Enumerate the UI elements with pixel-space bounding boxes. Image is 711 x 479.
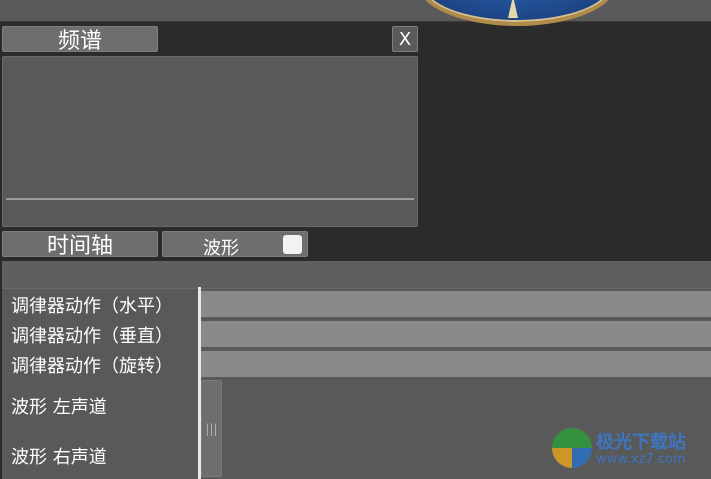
track-label-tuner-horizontal: 调律器动作（水平） <box>11 296 173 317</box>
spectrum-baseline <box>6 198 414 200</box>
emblem-spire-icon <box>508 0 518 18</box>
spectrum-title: 频谱 <box>57 29 102 54</box>
waveform-toggle[interactable]: 波形 <box>162 231 308 259</box>
watermark-title: 极光下载站 <box>596 432 686 453</box>
waveform-toggle-label: 波形 <box>203 238 239 259</box>
close-spectrum-button[interactable]: X <box>392 26 418 52</box>
timeline-title-button[interactable]: 时间轴 <box>2 231 158 259</box>
waveform-checkbox[interactable] <box>283 235 302 254</box>
track-label-waveform-right: 波形 右声道 <box>11 447 107 468</box>
track-bar-tuner-rotation[interactable] <box>201 351 711 377</box>
waveform-scroll-handle[interactable]: ||| <box>201 380 222 477</box>
track-label-tuner-rotation: 调律器动作（旋转） <box>11 356 173 377</box>
close-icon: X <box>398 28 412 50</box>
watermark-url: www.xz7.com <box>596 452 686 467</box>
watermark-logo-icon <box>552 428 592 468</box>
spectrum-panel <box>2 56 418 227</box>
watermark: 极光下载站 www.xz7.com <box>548 424 708 472</box>
spectrum-title-button[interactable]: 频谱 <box>2 26 158 54</box>
top-strip <box>0 0 711 26</box>
track-label-tuner-vertical: 调律器动作（垂直） <box>11 326 173 347</box>
timeline-title: 时间轴 <box>46 234 113 259</box>
track-bar-tuner-horizontal[interactable] <box>201 291 711 317</box>
track-bar-tuner-vertical[interactable] <box>201 321 711 347</box>
track-label-waveform-left: 波形 左声道 <box>11 397 107 418</box>
timeline-ruler[interactable] <box>2 261 711 289</box>
app-emblem-image <box>418 0 616 26</box>
grip-icon: ||| <box>205 421 218 436</box>
